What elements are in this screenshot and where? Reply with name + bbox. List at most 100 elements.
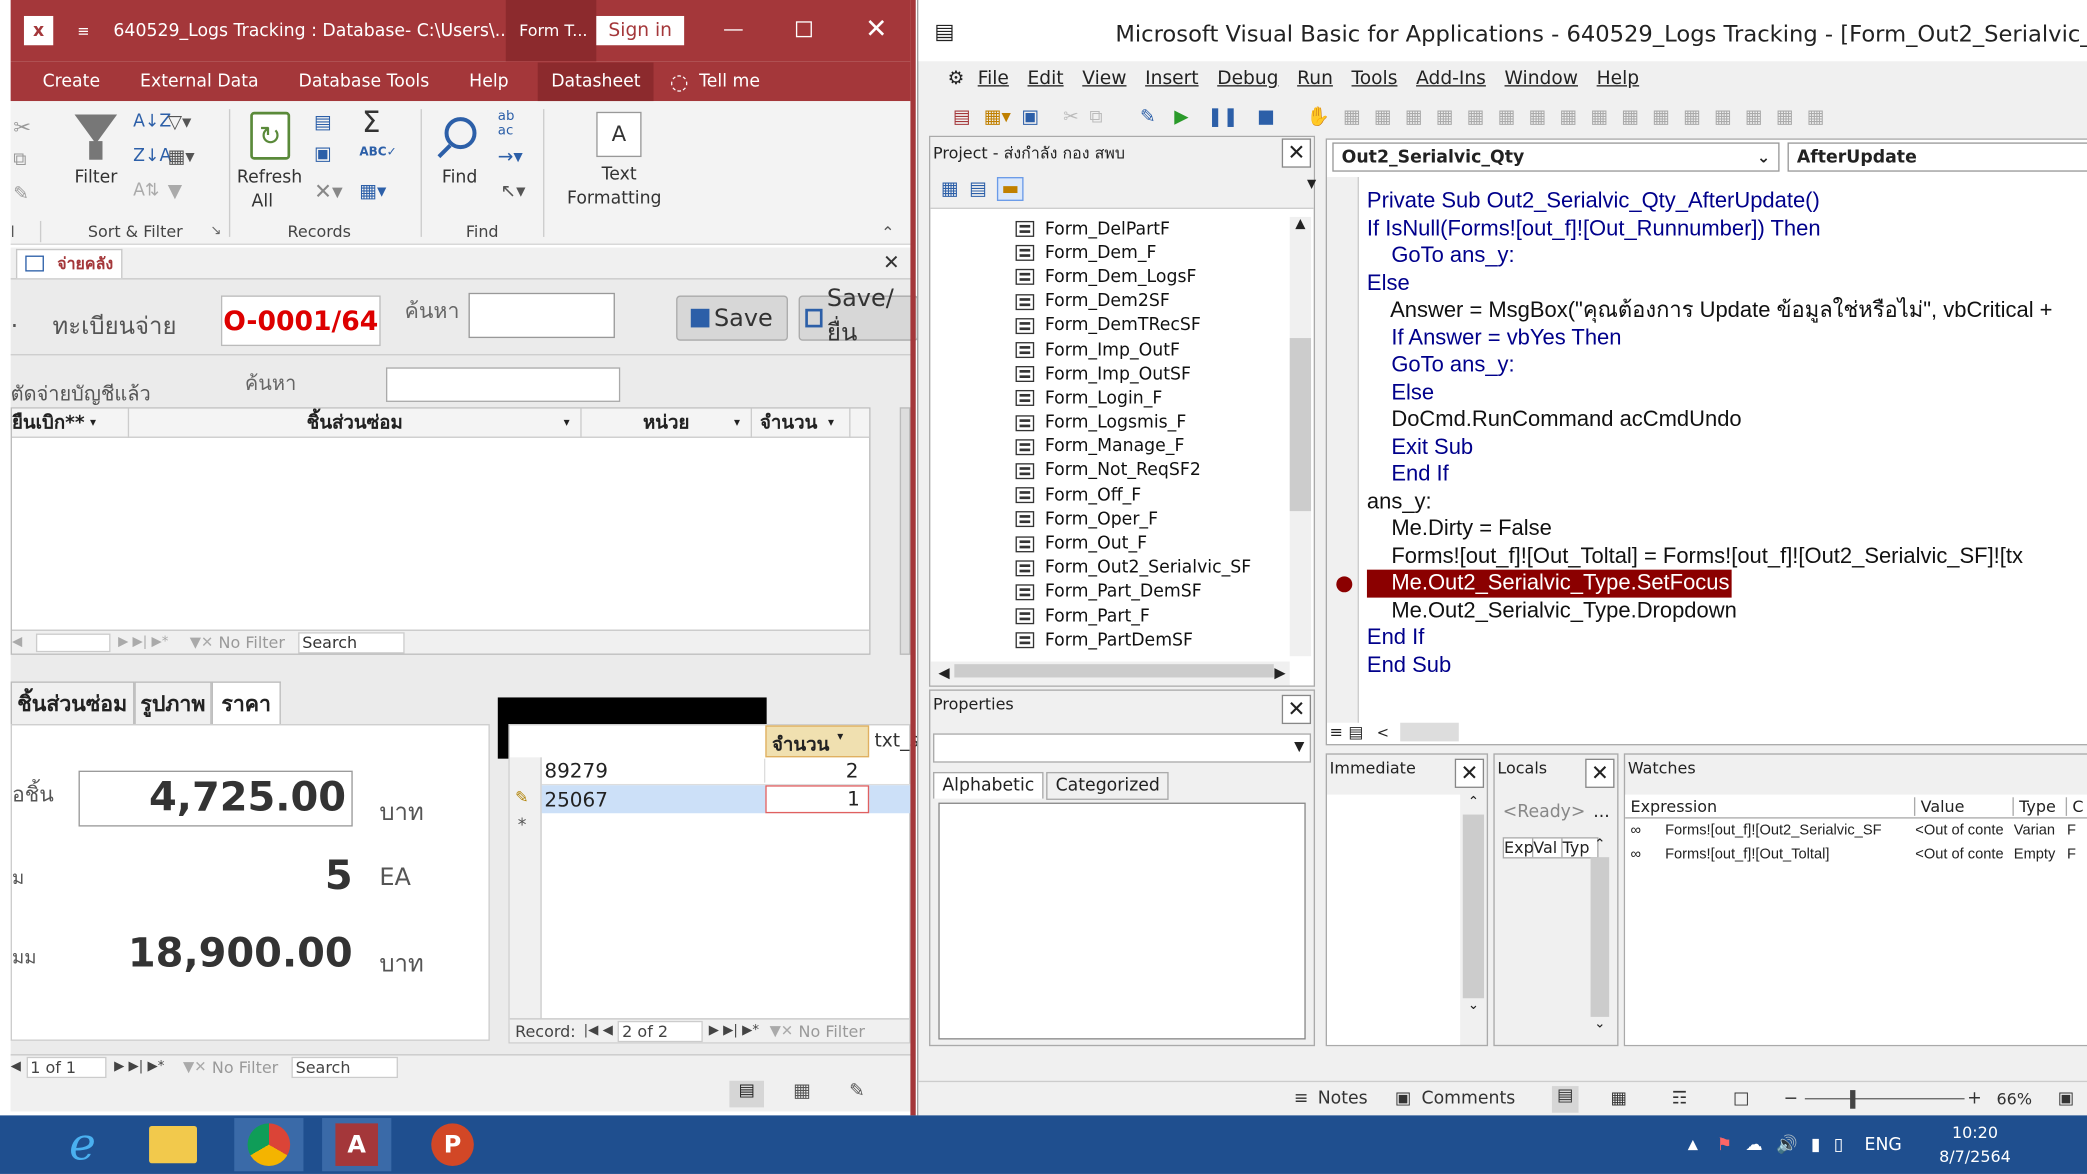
run-icon[interactable]: ▶	[1174, 106, 1188, 127]
code-line[interactable]: Else	[1367, 270, 2053, 297]
clock[interactable]: 10:20 8/7/2564	[1939, 1121, 2011, 1169]
tree-item[interactable]: Form_Off_F	[1015, 483, 1282, 507]
code-line[interactable]: Me.Out2_Serialvic_Type.SetFocus	[1366, 569, 1733, 597]
watch-row[interactable]: ∞ Forms![out_f]![Out_Toltal] <Out of con…	[1625, 843, 2087, 867]
menu-debug[interactable]: Debug	[1217, 68, 1278, 89]
procedure-combo[interactable]: AfterUpdate	[1787, 142, 2087, 172]
insert-module-icon[interactable]: ▦▾	[984, 106, 1011, 127]
view-access-icon[interactable]: ▤	[953, 106, 971, 127]
close-project-pane-button[interactable]: ✕	[1281, 138, 1312, 168]
notes-icon[interactable]: ≡	[1294, 1089, 1309, 1109]
minimize-icon[interactable]	[724, 29, 743, 31]
tree-item[interactable]: Form_Dem_F	[1015, 241, 1282, 265]
locals-col-expression[interactable]: Exp	[1504, 838, 1534, 858]
design-view-icon[interactable]: ✎	[849, 1081, 865, 1102]
text-formatting-icon[interactable]: A	[596, 111, 642, 158]
immediate-input[interactable]	[1327, 794, 1461, 1045]
signal-icon[interactable]: ▮	[1811, 1135, 1821, 1155]
tree-item[interactable]: Form_Manage_F	[1015, 435, 1282, 459]
tab-alphabetic[interactable]: Alphabetic	[933, 771, 1044, 799]
locals-vscroll[interactable]: ⌃ ⌄	[1590, 837, 1610, 1042]
delete-record-icon[interactable]: ✕▾	[314, 178, 343, 203]
search-input-2[interactable]	[385, 367, 621, 402]
close-locals-pane-button[interactable]: ✕	[1585, 758, 1615, 788]
no-filter-label[interactable]: No Filter	[212, 1057, 278, 1076]
nav-next-icon[interactable]: ▶ ▶| ▶*	[118, 635, 168, 650]
locals-call-stack-button[interactable]: ...	[1593, 803, 1610, 823]
col-dropdown-icon[interactable]: ▾	[828, 416, 834, 429]
watch-col-value[interactable]: Value	[1915, 796, 2014, 816]
design-mode-icon[interactable]: ✋	[1307, 106, 1330, 127]
serial-row-current[interactable]: 25067 1	[541, 785, 912, 814]
menu-insert[interactable]: Insert	[1145, 68, 1198, 89]
price-field[interactable]: 4,725.00	[78, 770, 353, 827]
save-button[interactable]: Save	[676, 295, 788, 341]
break-icon[interactable]: ❚❚	[1207, 106, 1238, 127]
close-properties-pane-button[interactable]: ✕	[1281, 694, 1312, 725]
tree-item[interactable]: Form_Imp_OutF	[1015, 338, 1282, 362]
tree-item[interactable]: Form_Oper_F	[1015, 507, 1282, 531]
code-line[interactable]: End If	[1367, 461, 2053, 488]
menu-file[interactable]: File	[978, 68, 1009, 89]
comments-icon[interactable]: ▣	[1395, 1089, 1411, 1109]
file-explorer-icon[interactable]	[138, 1118, 207, 1171]
code-line[interactable]: Private Sub Out2_Serialvic_Qty_AfterUpda…	[1367, 188, 2053, 215]
locals-col-type[interactable]: Typ	[1563, 839, 1592, 858]
tell-me-field[interactable]: Tell me	[699, 71, 760, 91]
datasheet-vscroll[interactable]	[899, 407, 911, 655]
tree-item[interactable]: Form_DelPartF	[1015, 217, 1282, 241]
volume-icon[interactable]: 🔊	[1776, 1135, 1798, 1155]
col-unit[interactable]: หน่วย ▾	[582, 407, 753, 438]
code-editor[interactable]: Private Sub Out2_Serialvic_Qty_AfterUpda…	[1366, 188, 2053, 679]
tree-item[interactable]: Form_Logsmis_F	[1015, 411, 1282, 435]
format-painter-icon[interactable]: ✎	[13, 184, 29, 205]
zoom-slider[interactable]	[1804, 1098, 1965, 1100]
close-document-icon[interactable]: ✕	[883, 250, 900, 274]
menu-addins[interactable]: Add-Ins	[1416, 68, 1486, 89]
menu-run[interactable]: Run	[1297, 68, 1333, 89]
tree-item[interactable]: Form_Part_DemSF	[1015, 580, 1282, 604]
code-line[interactable]: End If	[1367, 624, 2053, 651]
code-line[interactable]: Exit Sub	[1367, 433, 2053, 460]
maximize-icon[interactable]	[795, 21, 812, 38]
reg-number-field[interactable]: O-0001/64	[220, 295, 381, 347]
serial-cell[interactable]: 25067	[542, 787, 766, 811]
properties-object-select[interactable]: ▼	[933, 733, 1312, 763]
tree-item[interactable]: Form_Imp_OutSF	[1015, 362, 1282, 386]
filter-off-icon[interactable]: ▼✕	[770, 1022, 794, 1039]
code-line[interactable]: Else	[1367, 379, 2053, 406]
filter-icon[interactable]	[74, 114, 118, 144]
col-dropdown-icon[interactable]: ▾	[734, 416, 740, 429]
tree-hscroll[interactable]: ◀ ▶	[930, 661, 1290, 686]
menu-app-icon[interactable]: ⚙	[948, 68, 965, 89]
advanced-filter-icon[interactable]: ▦▾	[168, 146, 195, 167]
quick-access-menu-icon[interactable]: ≡	[77, 22, 89, 39]
watch-col-type[interactable]: Type	[2014, 796, 2068, 816]
sign-in-button[interactable]: Sign in	[596, 15, 685, 46]
toggle-filter-icon[interactable]: ▼	[168, 181, 182, 202]
tab-datasheet[interactable]: Datasheet	[537, 61, 654, 101]
no-filter-label[interactable]: No Filter	[219, 633, 285, 652]
code-line[interactable]: If Answer = vbYes Then	[1367, 324, 2053, 351]
col-qty[interactable]: จำนวน ▾	[752, 407, 851, 438]
full-module-view-icon[interactable]: ▤	[1348, 723, 1363, 742]
view-object-icon[interactable]: ▤	[969, 178, 987, 199]
zoom-in-button[interactable]: +	[1967, 1089, 1982, 1109]
fit-slide-icon[interactable]: ▣	[2058, 1089, 2074, 1109]
tab-database-tools[interactable]: Database Tools	[299, 71, 430, 91]
reading-view-icon[interactable]: ☶	[1672, 1089, 1688, 1109]
tree-item[interactable]: Form_Part_F	[1015, 604, 1282, 628]
code-line[interactable]: ans_y:	[1367, 488, 2053, 515]
cut-icon[interactable]: ✂	[13, 114, 31, 139]
nav-search-input[interactable]: Search	[291, 1056, 399, 1078]
save-close-button[interactable]: Save/ยื่น	[798, 285, 919, 347]
show-hidden-icons[interactable]: ▲	[1688, 1137, 1698, 1152]
serial-row[interactable]: 89279 2	[541, 757, 912, 786]
refresh-all-label[interactable]: All	[252, 192, 273, 212]
tree-item[interactable]: Form_DemTRecSF	[1015, 314, 1282, 338]
object-combo[interactable]: Out2_Serialvic_Qty ⌄	[1332, 142, 1780, 172]
nav-next-icon[interactable]: ▶ ▶| ▶*	[114, 1059, 164, 1074]
close-immediate-pane-button[interactable]: ✕	[1454, 758, 1485, 788]
replace-icon[interactable]: ab ac	[498, 109, 515, 138]
record-number-field[interactable]	[35, 632, 111, 652]
